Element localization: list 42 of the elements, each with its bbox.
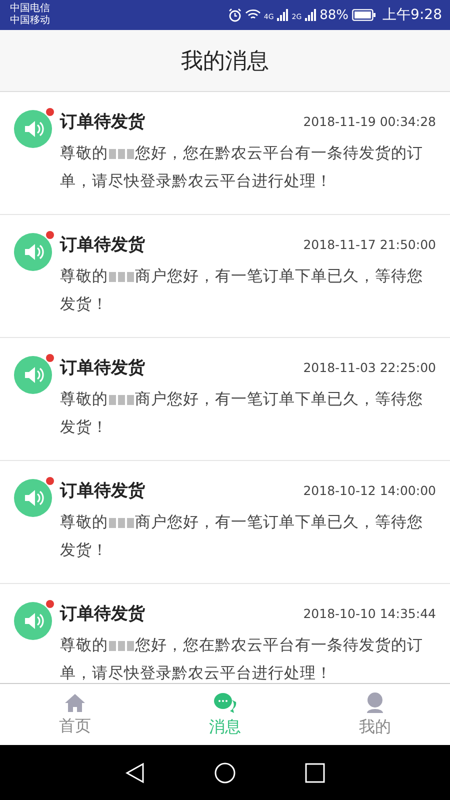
message-time: 2018-11-17 21:50:00	[303, 237, 436, 252]
message-text: 尊敬的 您好，您在黔农云平台有一条待发货的订单，请尽快登录黔农云平台进行处理！	[60, 635, 424, 683]
message-time: 2018-11-03 22:25:00	[303, 360, 436, 375]
home-circle-icon[interactable]	[214, 762, 236, 784]
back-icon[interactable]	[124, 762, 145, 784]
message-item[interactable]: 订单待发货 2018-11-17 21:50:00 尊敬的 商户您好，有一笔订单下单已久，等待您发货！	[0, 215, 450, 338]
carrier-name: 中国电信	[10, 3, 50, 14]
page-title: 我的消息	[181, 48, 269, 76]
signal-icon	[304, 9, 317, 21]
message-time: 2018-10-12 14:00:00	[303, 483, 436, 498]
speaker-icon	[14, 479, 52, 517]
message-text: 尊敬的 您好，您在黔农云平台有一条待发货的订单，请尽快登录黔农云平台进行处理！	[60, 143, 424, 192]
battery-icon	[352, 9, 376, 21]
chat-icon	[213, 692, 237, 714]
speaker-icon	[14, 110, 52, 148]
message-text: 尊敬的 商户您好，有一笔订单下单已久，等待您发货！	[60, 389, 424, 438]
message-item[interactable]: 订单待发货 2018-11-19 00:34:28 尊敬的 您好，您在黔农云平台有一条待发货的订单，请尽快登录黔农云平台进行处理！	[0, 92, 450, 215]
alarm-icon	[228, 8, 242, 22]
message-title: 订单待发货	[60, 357, 145, 379]
message-title: 订单待发货	[60, 480, 145, 502]
message-item[interactable]: 订单待发货 2018-10-12 14:00:00 尊敬的 商户您好，有一笔订单下单已久，等待您发货！	[0, 461, 450, 584]
speaker-icon	[14, 602, 52, 640]
recents-icon[interactable]	[305, 762, 326, 782]
wifi-icon	[244, 9, 261, 21]
tab-item[interactable]: 我的	[300, 684, 450, 745]
message-title: 订单待发货	[60, 603, 145, 625]
message-title: 订单待发货	[60, 234, 145, 256]
battery-percent: 88%	[320, 8, 349, 22]
tab-item[interactable]: 首页	[0, 684, 150, 745]
speaker-icon	[14, 356, 52, 394]
message-time: 2018-11-19 00:34:28	[303, 114, 436, 129]
user-icon	[365, 692, 385, 714]
speaker-icon	[14, 233, 52, 271]
clock-time: 上午9:28	[382, 6, 442, 24]
message-time: 2018-10-10 14:35:44	[303, 606, 436, 621]
message-text: 尊敬的 商户您好，有一笔订单下单已久，等待您发货！	[60, 512, 424, 561]
message-text: 尊敬的 商户您好，有一笔订单下单已久，等待您发货！	[60, 266, 424, 315]
signal-icon	[276, 9, 289, 21]
message-item[interactable]: 订单待发货 2018-11-03 22:25:00 尊敬的 商户您好，有一笔订单下单已久，等待您发货！	[0, 338, 450, 461]
message-title: 订单待发货	[60, 111, 145, 133]
home-icon	[64, 692, 86, 712]
carrier-name: 中国移动	[10, 15, 50, 27]
